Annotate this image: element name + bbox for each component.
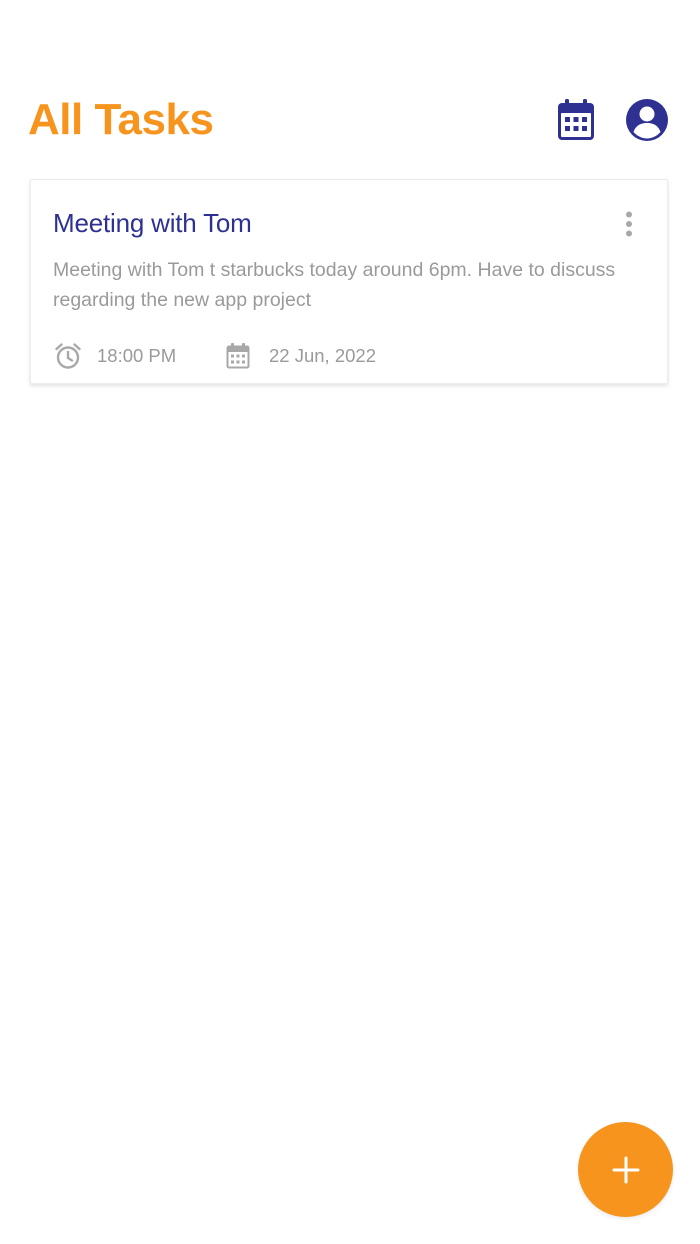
plus-icon	[612, 1156, 639, 1183]
task-date-text: 22 Jun, 2022	[269, 345, 376, 366]
calendar-icon	[223, 341, 253, 371]
add-task-button[interactable]	[578, 1122, 673, 1217]
more-vertical-icon	[626, 211, 632, 237]
calendar-button[interactable]	[554, 98, 598, 142]
account-circle-icon	[626, 99, 668, 141]
task-time-text: 18:00 PM	[97, 345, 177, 366]
task-title: Meeting with Tom	[53, 208, 252, 238]
task-menu-button[interactable]	[619, 210, 639, 238]
task-description: Meeting with Tom t starbucks today aroun…	[53, 259, 616, 311]
alarm-icon	[53, 341, 83, 371]
page-title: All Tasks	[28, 95, 214, 144]
task-date: 22 Jun, 2022	[223, 340, 376, 372]
calendar-icon	[558, 99, 594, 140]
profile-button[interactable]	[625, 98, 669, 142]
task-time: 18:00 PM	[53, 340, 176, 372]
task-card[interactable]: Meeting with Tom Meeting with Tom t star…	[30, 179, 668, 384]
app-header: All Tasks	[0, 0, 700, 170]
